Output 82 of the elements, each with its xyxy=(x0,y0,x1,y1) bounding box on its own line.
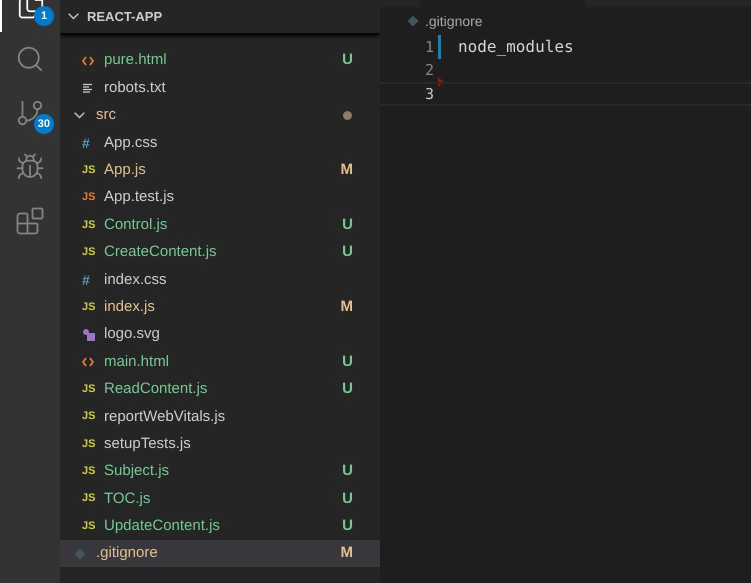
line-number: 1 xyxy=(424,36,434,58)
lines-icon xyxy=(82,82,93,94)
file-row[interactable]: JS App.test.js xyxy=(60,184,380,212)
file-row[interactable]: JS App.js M xyxy=(60,156,380,184)
file-name: ReadContent.js xyxy=(104,379,208,400)
file-name: App.test.js xyxy=(104,187,174,208)
file-row[interactable]: JS reportWebVitals.js xyxy=(60,403,380,430)
file-name: logo.svg xyxy=(104,324,160,344)
git-status: U xyxy=(342,50,353,70)
js-icon: JS xyxy=(82,220,96,231)
explorer-title: REACT-APP xyxy=(87,8,162,26)
code-text: node_modules xyxy=(458,36,574,58)
file-name: src xyxy=(96,105,116,126)
source-control-button[interactable]: 30 xyxy=(0,86,60,140)
js-icon: JS xyxy=(82,246,96,258)
breadcrumb[interactable]: .gitignore xyxy=(425,10,483,32)
search-icon xyxy=(15,44,45,74)
explorer-header[interactable]: REACT-APP xyxy=(60,0,380,33)
js-icon: JS xyxy=(82,493,96,504)
file-row[interactable]: JS Control.js U xyxy=(60,211,380,239)
file-row[interactable]: JS TOC.js U xyxy=(60,485,380,513)
file-row[interactable]: JS CreateContent.js U xyxy=(60,238,380,266)
file-row[interactable]: JS setupTests.js xyxy=(60,430,380,458)
chevron-icon xyxy=(68,13,79,20)
file-row[interactable]: logo.svg xyxy=(60,320,380,348)
count-badge: 1 xyxy=(34,6,54,26)
file-name: Subject.js xyxy=(104,461,170,482)
file-row[interactable]: JS UpdateContent.js U xyxy=(60,512,380,540)
diamond-icon xyxy=(407,15,419,27)
shapes-icon xyxy=(82,328,96,342)
js-icon: JS xyxy=(82,520,96,532)
js-icon: JS xyxy=(82,411,96,422)
folder-row[interactable]: src xyxy=(60,102,380,130)
file-row[interactable]: # index.css xyxy=(60,266,380,294)
git-status: M xyxy=(340,160,353,180)
file-name: App.js xyxy=(104,160,146,180)
file-row[interactable]: main.html U xyxy=(60,348,380,376)
file-name: .gitignore xyxy=(96,543,158,564)
file-row[interactable]: JS Subject.js U xyxy=(60,458,380,486)
js-icon: JS xyxy=(82,466,96,478)
file-name: Control.js xyxy=(104,214,168,235)
blocks-icon xyxy=(15,206,45,236)
file-row[interactable]: JS index.js M xyxy=(60,294,380,321)
file-name: reportWebVitals.js xyxy=(104,406,226,427)
js-icon: JS xyxy=(82,164,96,176)
line-number: 2 xyxy=(424,60,434,81)
file-name: setupTests.js xyxy=(104,434,191,454)
hash-icon: # xyxy=(82,272,90,287)
code-brackets-icon xyxy=(82,356,94,367)
line-number: 3 xyxy=(424,84,434,104)
file-name: robots.txt xyxy=(104,78,166,98)
git-status: U xyxy=(342,488,353,509)
file-row[interactable]: robots.txt xyxy=(60,74,380,102)
file-name: index.js xyxy=(104,296,155,317)
file-name: UpdateContent.js xyxy=(104,516,220,536)
file-name: pure.html xyxy=(104,50,167,70)
js-icon: JS xyxy=(82,438,96,450)
git-status: U xyxy=(342,352,353,372)
js-icon: JS xyxy=(82,384,96,395)
bug-icon xyxy=(15,152,45,182)
file-name: TOC.js xyxy=(104,488,150,509)
git-status: U xyxy=(342,516,353,536)
git-status: M xyxy=(340,543,353,564)
git-status: U xyxy=(342,242,353,262)
diamond-icon xyxy=(74,548,86,560)
file-name: App.css xyxy=(104,132,158,153)
count-badge: 30 xyxy=(34,114,54,134)
git-status: U xyxy=(342,461,353,482)
js-icon: JS xyxy=(82,192,96,204)
file-name: CreateContent.js xyxy=(104,242,217,262)
git-status: U xyxy=(342,214,353,235)
file-row[interactable]: pure.html U xyxy=(60,47,380,74)
file-row[interactable]: .gitignore M xyxy=(60,540,380,568)
git-status: M xyxy=(340,296,353,317)
hash-icon: # xyxy=(82,136,90,150)
file-row[interactable]: JS ReadContent.js U xyxy=(60,376,380,404)
js-icon: JS xyxy=(82,302,96,313)
git-status: U xyxy=(342,379,353,400)
code-brackets-icon xyxy=(82,56,94,66)
file-row[interactable]: # App.css xyxy=(60,129,380,157)
file-name: main.html xyxy=(104,352,170,372)
file-name: index.css xyxy=(104,270,167,290)
